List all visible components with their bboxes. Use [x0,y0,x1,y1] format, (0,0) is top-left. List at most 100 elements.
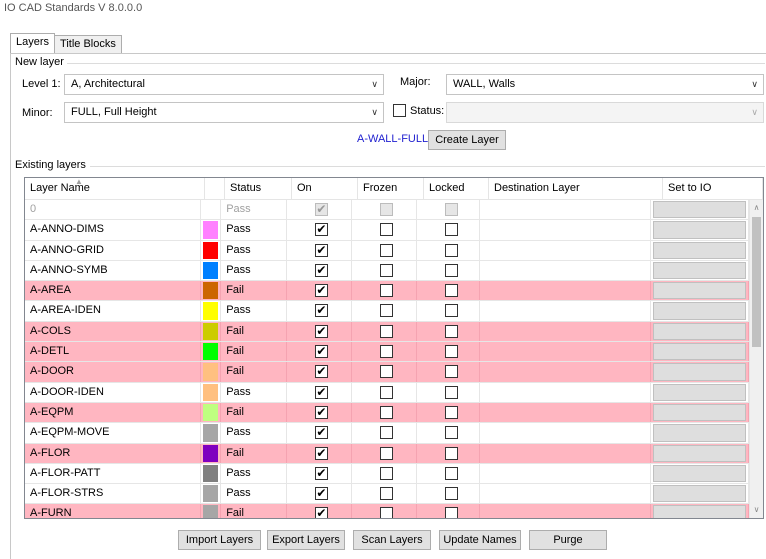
column-header-status[interactable]: Status [225,178,292,200]
layer-color-cell[interactable] [201,504,222,518]
frozen-checkbox[interactable] [379,487,393,501]
locked-checkbox[interactable] [444,426,458,440]
destination-layer-cell[interactable] [480,423,651,443]
scroll-thumb[interactable] [752,217,761,347]
on-checkbox[interactable]: ✔ [314,365,328,379]
layer-name-cell[interactable]: A-ANNO-DIMS [25,220,202,240]
column-header-destination[interactable]: Destination Layer [489,178,663,200]
frozen-checkbox[interactable] [379,385,393,399]
column-header-set-to-io[interactable]: Set to IO [663,178,763,200]
layer-name-cell[interactable]: A-EQPM-MOVE [25,423,202,443]
destination-layer-cell[interactable] [480,504,651,518]
layer-name-cell[interactable]: A-AREA [25,281,202,301]
locked-checkbox[interactable] [444,243,458,257]
frozen-checkbox[interactable] [379,446,393,460]
frozen-checkbox[interactable] [379,324,393,338]
on-checkbox[interactable]: ✔ [314,263,328,277]
frozen-checkbox[interactable] [379,365,393,379]
layer-color-cell[interactable] [201,443,222,463]
layer-color-cell[interactable] [201,240,222,260]
layer-color-cell[interactable] [201,484,222,504]
set-to-io-button[interactable] [652,383,746,401]
table-row[interactable]: A-FLOR-PATT Pass ✔ [25,463,749,485]
table-row[interactable]: A-ANNO-GRID Pass ✔ [25,240,749,261]
table-row[interactable]: A-AREA-IDEN Pass ✔ [25,301,749,322]
set-to-io-button[interactable] [652,221,746,239]
tab-layers[interactable]: Layers [10,33,56,53]
destination-layer-cell[interactable] [480,301,651,321]
destination-layer-cell[interactable] [480,382,651,402]
on-checkbox[interactable]: ✔ [314,466,328,480]
destination-layer-cell[interactable] [480,220,651,240]
layer-color-cell[interactable] [201,260,222,281]
column-header-color[interactable] [205,178,225,200]
layer-name-cell[interactable]: A-FURN [25,504,202,518]
status-combo[interactable]: ∨ [446,102,764,123]
on-checkbox[interactable]: ✔ [314,385,328,399]
locked-checkbox[interactable] [444,304,458,318]
destination-layer-cell[interactable] [480,362,651,382]
table-row[interactable]: A-DOOR-IDEN Pass ✔ [25,382,749,403]
set-to-io-button[interactable] [652,343,746,361]
locked-checkbox[interactable] [444,487,458,501]
table-row[interactable]: A-AREA Fail ✔ [25,281,749,302]
frozen-checkbox[interactable] [379,223,393,237]
table-row[interactable]: A-FLOR Fail ✔ [25,443,749,464]
table-row[interactable]: 0 Pass ✔ [25,200,749,221]
frozen-checkbox[interactable] [379,243,393,257]
on-checkbox[interactable]: ✔ [314,487,328,501]
on-checkbox[interactable]: ✔ [314,507,328,518]
frozen-checkbox[interactable] [379,405,393,419]
set-to-io-button[interactable] [652,363,746,381]
set-to-io-button[interactable] [652,485,746,503]
locked-checkbox[interactable] [444,324,458,338]
locked-checkbox[interactable] [444,284,458,298]
layer-color-cell[interactable] [201,321,222,342]
layers-grid[interactable]: Layer Name ▲ Status On Frozen Locked Des… [24,177,764,519]
set-to-io-button[interactable] [652,282,746,300]
frozen-checkbox[interactable] [379,304,393,318]
on-checkbox[interactable]: ✔ [314,426,328,440]
layer-name-cell[interactable]: A-ANNO-SYMB [25,260,202,281]
set-to-io-button[interactable] [652,464,746,483]
set-to-io-button[interactable] [652,322,746,341]
layer-name-cell[interactable]: A-DOOR [25,362,202,382]
set-to-io-button[interactable] [652,201,746,219]
table-row[interactable]: A-ANNO-DIMS Pass ✔ [25,220,749,241]
locked-checkbox[interactable] [444,385,458,399]
frozen-checkbox[interactable] [379,507,393,518]
layer-name-cell[interactable]: A-DOOR-IDEN [25,382,202,402]
layer-name-cell[interactable]: A-DETL [25,342,202,362]
destination-layer-cell[interactable] [480,200,651,220]
layer-color-cell[interactable] [201,423,222,443]
destination-layer-cell[interactable] [480,342,651,362]
frozen-checkbox[interactable] [379,263,393,277]
layer-name-cell[interactable]: A-FLOR [25,443,202,463]
layer-color-cell[interactable] [201,362,222,382]
table-row[interactable]: A-FLOR-STRS Pass ✔ [25,484,749,505]
frozen-checkbox[interactable] [379,284,393,298]
table-row[interactable]: A-FURN Fail ✔ [25,504,749,518]
locked-checkbox[interactable] [444,365,458,379]
table-row[interactable]: A-COLS Fail ✔ [25,321,749,343]
scan-layers-button[interactable]: Scan Layers [353,530,431,550]
column-header-locked[interactable]: Locked [424,178,489,200]
locked-checkbox[interactable] [444,446,458,460]
on-checkbox[interactable]: ✔ [314,324,328,338]
set-to-io-button[interactable] [652,241,746,259]
layer-name-cell[interactable]: A-FLOR-STRS [25,484,202,504]
set-to-io-button[interactable] [652,444,746,462]
layer-name-cell[interactable]: 0 [25,200,202,220]
status-checkbox[interactable] [393,104,406,117]
column-header-on[interactable]: On [292,178,358,200]
set-to-io-button[interactable] [652,505,746,518]
destination-layer-cell[interactable] [480,463,651,484]
destination-layer-cell[interactable] [480,443,651,463]
on-checkbox[interactable]: ✔ [314,223,328,237]
layer-color-cell[interactable] [201,220,222,240]
frozen-checkbox[interactable] [379,466,393,480]
vertical-scrollbar[interactable]: ∧ ∨ [749,200,763,518]
purge-button[interactable]: Purge [529,530,607,550]
major-combo[interactable]: WALL, Walls ∨ [446,74,764,95]
layer-name-cell[interactable]: A-ANNO-GRID [25,240,202,260]
